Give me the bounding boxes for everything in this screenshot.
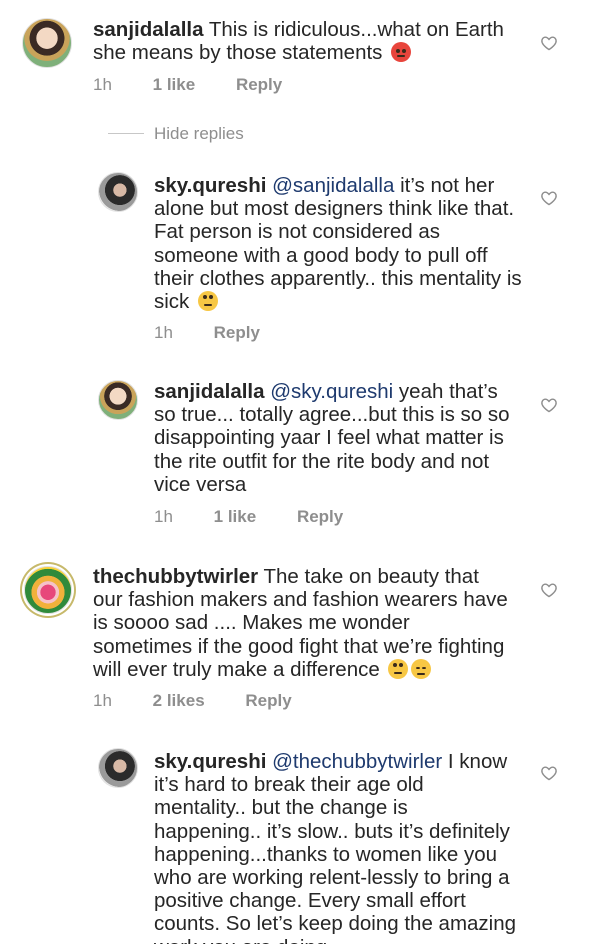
comment-meta: 1h 1 like Reply [154,507,379,527]
reply-button[interactable]: Reply [245,691,291,710]
mention-link[interactable]: @sky.qureshi [270,380,393,403]
comment-meta: 1h 2 likes Reply [93,691,328,711]
hide-replies-button[interactable]: Hide replies [154,124,244,144]
comment-time: 1h [154,323,173,342]
reply-button[interactable]: Reply [236,75,282,94]
likes-count[interactable]: 1 like [214,507,257,526]
comment-username[interactable]: sky.qureshi [154,174,266,197]
heart-outline-icon[interactable] [540,397,558,413]
likes-count[interactable]: 1 like [153,75,196,94]
hide-replies-divider [108,133,144,134]
avatar[interactable] [98,172,138,212]
reply-button[interactable]: Reply [214,323,260,342]
comment-time: 1h [154,507,173,526]
comment-username[interactable]: sky.qureshi [154,750,266,773]
comment-meta: 1h 1 like Reply [93,75,318,95]
mention-link[interactable]: @thechubbytwirler [272,750,442,773]
heart-outline-icon[interactable] [540,35,558,51]
mention-link[interactable]: @sanjidalalla [272,174,394,197]
face-with-rolling-eyes-icon [198,291,219,312]
comment-meta: 1h Reply [154,323,296,343]
avatar[interactable] [24,566,72,614]
comment-username[interactable]: sanjidalalla [93,18,204,41]
face-with-rolling-eyes-icon [388,658,409,679]
comment-username[interactable]: sanjidalalla [154,380,265,403]
reply-button[interactable]: Reply [297,507,343,526]
comment-time: 1h [93,691,112,710]
heart-outline-icon[interactable] [540,765,558,781]
comment-time: 1h [93,75,112,94]
unamused-face-icon [411,658,432,679]
angry-face-icon [391,42,412,63]
avatar[interactable] [22,18,72,68]
likes-count[interactable]: 2 likes [153,691,205,710]
heart-outline-icon[interactable] [540,190,558,206]
heart-outline-icon[interactable] [540,582,558,598]
avatar[interactable] [98,748,138,788]
avatar[interactable] [98,380,138,420]
comment-text: I know it’s hard to break their age old … [154,750,517,944]
comment-username[interactable]: thechubbytwirler [93,565,258,588]
